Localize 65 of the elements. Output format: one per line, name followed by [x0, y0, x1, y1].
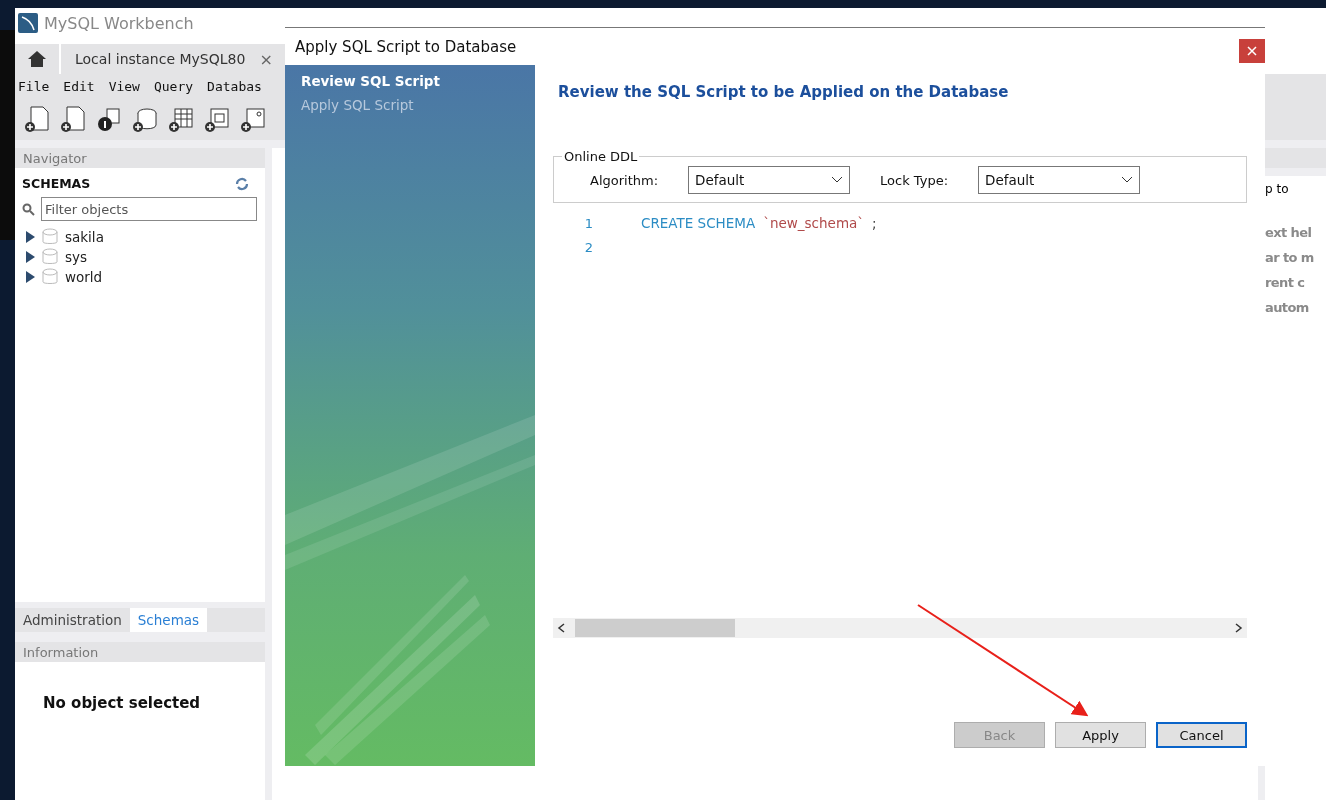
- filter-field[interactable]: Filter objects: [41, 197, 257, 221]
- menu-item[interactable]: Edit: [63, 78, 95, 94]
- dialog-button[interactable]: Apply: [1055, 722, 1146, 748]
- expand-icon[interactable]: [25, 251, 35, 263]
- new-view-icon[interactable]: [203, 105, 231, 133]
- help-text: rent c: [1265, 274, 1306, 292]
- panel-tab[interactable]: Schemas: [129, 608, 208, 632]
- new-schema-icon[interactable]: [131, 105, 159, 133]
- code-line: CREATE SCHEMA `new_schema` ;: [641, 215, 878, 231]
- chevron-icon: [1121, 176, 1134, 184]
- menu-item[interactable]: View: [108, 78, 140, 94]
- window-title: MySQL Workbench: [44, 13, 194, 33]
- help-text: autom: [1265, 299, 1310, 317]
- tab-label: Local instance MySQL80: [75, 51, 246, 67]
- field-label: Lock Type:: [880, 172, 949, 188]
- help-text: ar to m: [1265, 249, 1315, 267]
- section-title: SCHEMAS: [22, 176, 91, 191]
- lock-type-dropdown[interactable]: Default: [978, 166, 1141, 194]
- schema-name: sys: [65, 249, 88, 265]
- expand-icon[interactable]: [25, 271, 35, 283]
- expand-icon[interactable]: [25, 231, 35, 243]
- new-sql-file-icon[interactable]: [23, 105, 51, 133]
- home-tab[interactable]: [15, 44, 59, 74]
- open-sql-file-icon[interactable]: [59, 105, 87, 133]
- info-message: No object selected: [42, 693, 202, 712]
- menu-item[interactable]: File: [18, 78, 50, 94]
- algorithm-dropdown[interactable]: Default: [688, 166, 851, 194]
- field-label: Algorithm:: [590, 172, 659, 188]
- scroll-right-icon[interactable]: [1235, 623, 1243, 633]
- schema-item[interactable]: sakila: [15, 227, 265, 247]
- wizard-step: Apply SQL Script: [301, 97, 519, 113]
- schema-item[interactable]: sys: [15, 247, 265, 267]
- database-icon: [41, 268, 59, 286]
- close-button[interactable]: ×: [259, 49, 273, 69]
- menu-item[interactable]: Databas: [207, 78, 262, 94]
- schema-name: sakila: [65, 229, 104, 245]
- jump-label: p to: [1265, 176, 1326, 202]
- refresh-icon[interactable]: [235, 176, 249, 191]
- menu-item[interactable]: Query: [153, 78, 194, 94]
- line-number: 2: [583, 239, 593, 255]
- dialog-title: Apply SQL Script to Database: [295, 37, 517, 56]
- schema-item[interactable]: world: [15, 267, 265, 287]
- schema-name: world: [65, 269, 103, 285]
- new-table-icon[interactable]: [167, 105, 195, 133]
- chevron-icon: [831, 176, 844, 184]
- help-text: ext hel: [1265, 224, 1313, 242]
- line-number: 1: [583, 215, 593, 231]
- panel-header: Information: [15, 642, 265, 662]
- dialog-button[interactable]: Cancel: [1156, 722, 1247, 748]
- wizard-step: Review SQL Script: [301, 73, 519, 89]
- workbench-logo-icon: [18, 13, 38, 33]
- horizontal-scrollbar[interactable]: [553, 618, 1247, 638]
- new-routine-icon[interactable]: [239, 105, 267, 133]
- database-icon: [41, 248, 59, 266]
- page-heading: Review the SQL Script to be Applied on the Database: [557, 83, 1010, 101]
- search-icon: [22, 202, 35, 216]
- group-title: Online DDL: [563, 149, 639, 164]
- scroll-left-icon[interactable]: [557, 623, 565, 633]
- info-icon[interactable]: [95, 105, 123, 133]
- home-icon: [27, 50, 47, 68]
- connection-tab[interactable]: Local instance MySQL80 ×: [61, 44, 287, 74]
- database-icon: [41, 228, 59, 246]
- panel-header: Navigator: [15, 148, 265, 168]
- close-button[interactable]: [1239, 38, 1265, 63]
- close-icon: [1247, 45, 1257, 56]
